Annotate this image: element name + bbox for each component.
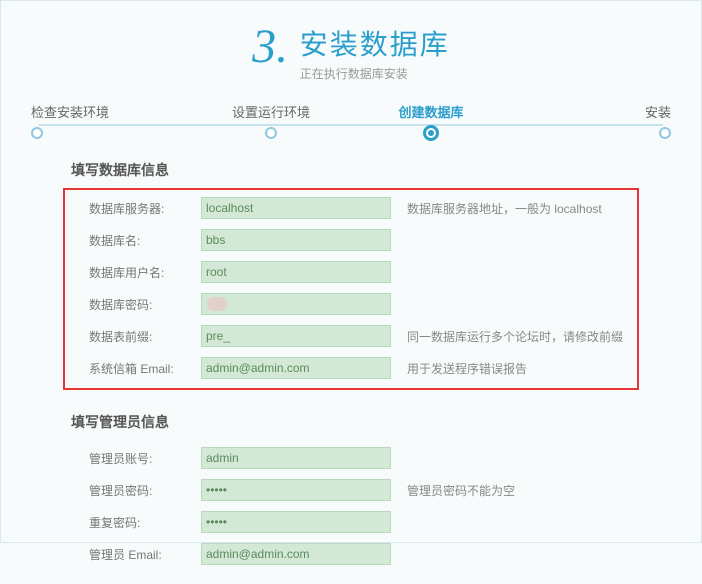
step-number: 3.	[252, 19, 288, 74]
db-input-3[interactable]	[201, 293, 391, 315]
progress-step-label: 安装	[511, 102, 671, 121]
step-title: 安装数据库	[300, 23, 450, 63]
progress-step-3: 安装	[511, 102, 671, 141]
section-db-title: 填写数据库信息	[71, 160, 631, 180]
db-label: 系统信箱 Email:	[71, 360, 201, 377]
db-label: 数据库用户名:	[71, 264, 201, 281]
progress-step-0: 检查安装环境	[31, 102, 191, 141]
progress-step-node	[265, 127, 277, 139]
admin-row-1: 管理员密码: 管理员密码不能为空	[71, 478, 631, 502]
admin-input-3[interactable]	[201, 543, 391, 565]
db-label: 数据表前缀:	[71, 328, 201, 345]
db-label: 数据库服务器:	[71, 200, 201, 217]
password-hint-icon	[207, 297, 227, 311]
db-input-2[interactable]	[201, 261, 391, 283]
db-highlight-box: 数据库服务器: 数据库服务器地址，一般为 localhost 数据库名: 数据库用户名…	[63, 188, 639, 390]
progress-step-label: 设置运行环境	[191, 102, 351, 121]
page-header: 3. 安装数据库 正在执行数据库安装	[1, 1, 701, 90]
db-label: 数据库名:	[71, 232, 201, 249]
db-row-0: 数据库服务器: 数据库服务器地址，一般为 localhost	[71, 196, 631, 220]
admin-input-0[interactable]	[201, 447, 391, 469]
db-input-4[interactable]	[201, 325, 391, 347]
progress-step-2: 创建数据库	[351, 102, 511, 141]
progress-step-label: 创建数据库	[351, 102, 511, 121]
admin-row-2: 重复密码:	[71, 510, 631, 534]
db-row-1: 数据库名:	[71, 228, 631, 252]
admin-hint: 管理员密码不能为空	[407, 482, 515, 499]
progress-step-1: 设置运行环境	[191, 102, 351, 141]
db-input-5[interactable]	[201, 357, 391, 379]
progress-step-label: 检查安装环境	[31, 102, 191, 121]
progress-step-node	[659, 127, 671, 139]
admin-label: 管理员密码:	[71, 482, 201, 499]
admin-row-3: 管理员 Email:	[71, 542, 631, 566]
db-label: 数据库密码:	[71, 296, 201, 313]
db-input-1[interactable]	[201, 229, 391, 251]
form-content: 填写数据库信息 数据库服务器:数据库服务器地址，一般为 localhost数据库…	[1, 142, 701, 584]
section-admin-title: 填写管理员信息	[71, 412, 631, 432]
step-title-wrap: 安装数据库 正在执行数据库安装	[300, 23, 450, 82]
admin-label: 管理员账号:	[71, 450, 201, 467]
db-hint: 用于发送程序错误报告	[407, 360, 527, 377]
db-row-4: 数据表前缀: 同一数据库运行多个论坛时，请修改前缀	[71, 324, 631, 348]
db-row-2: 数据库用户名:	[71, 260, 631, 284]
admin-input-2[interactable]	[201, 511, 391, 533]
db-hint: 数据库服务器地址，一般为 localhost	[407, 200, 602, 217]
admin-label: 管理员 Email:	[71, 546, 201, 563]
admin-label: 重复密码:	[71, 514, 201, 531]
db-input-0[interactable]	[201, 197, 391, 219]
db-row-5: 系统信箱 Email: 用于发送程序错误报告	[71, 356, 631, 380]
progress-step-node	[31, 127, 43, 139]
admin-row-0: 管理员账号:	[71, 446, 631, 470]
step-subtitle: 正在执行数据库安装	[300, 65, 450, 82]
progress-step-node	[423, 125, 439, 141]
progress-bar: 检查安装环境设置运行环境创建数据库安装	[31, 102, 671, 142]
db-hint: 同一数据库运行多个论坛时，请修改前缀	[407, 328, 623, 345]
admin-input-1[interactable]	[201, 479, 391, 501]
db-row-3: 数据库密码:	[71, 292, 631, 316]
